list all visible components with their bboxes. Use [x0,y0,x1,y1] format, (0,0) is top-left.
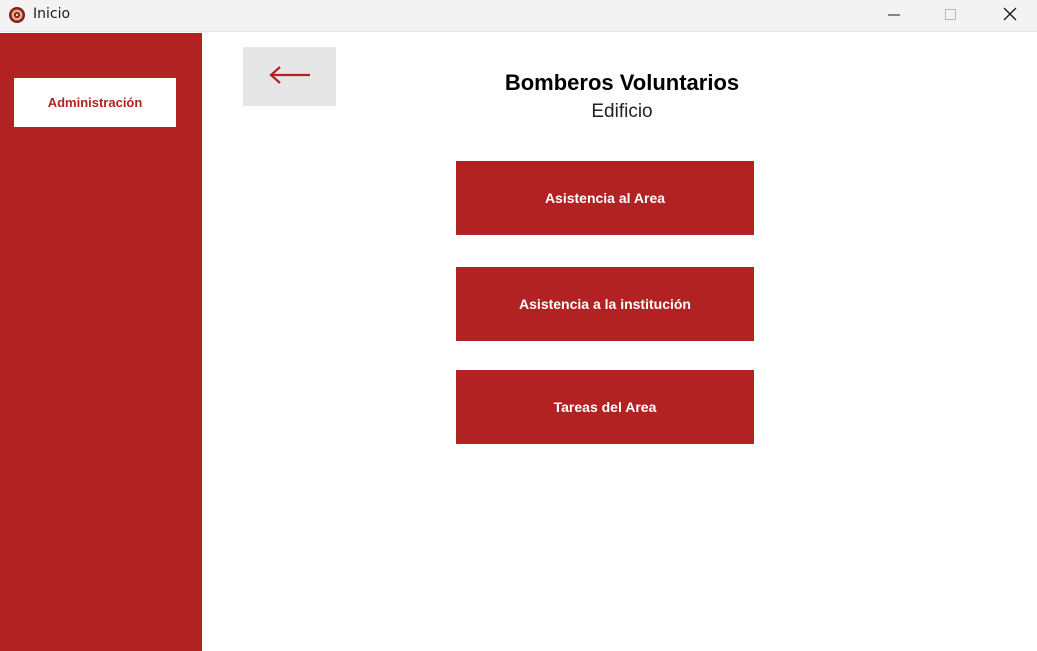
left-arrow-icon [268,65,312,89]
app-window: Inicio Administración Bomberos Voluntari… [0,0,1037,651]
button-label: Tareas del Area [553,399,657,415]
button-label: Asistencia a la institución [519,296,691,312]
page-subtitle: Edificio [591,101,653,122]
asistencia-area-button[interactable]: Asistencia al Area [456,161,754,235]
sidebar: Administración [0,33,202,651]
back-button[interactable] [243,47,336,106]
maximize-button[interactable] [922,0,980,31]
page-title: Bomberos Voluntarios [504,70,740,95]
tareas-area-button[interactable]: Tareas del Area [456,370,754,444]
close-icon [1003,6,1017,25]
close-button[interactable] [981,0,1037,31]
asistencia-institucion-button[interactable]: Asistencia a la institución [456,267,754,341]
sidebar-item-label: Administración [47,95,143,110]
title-bar[interactable]: Inicio [0,0,1037,32]
firefighter-badge-icon [8,6,26,24]
sidebar-item-administracion[interactable]: Administración [14,78,176,127]
minimize-icon [888,6,900,25]
minimize-button[interactable] [865,0,923,31]
window-title: Inicio [33,6,71,22]
button-label: Asistencia al Area [544,190,666,206]
maximize-icon [945,6,957,25]
